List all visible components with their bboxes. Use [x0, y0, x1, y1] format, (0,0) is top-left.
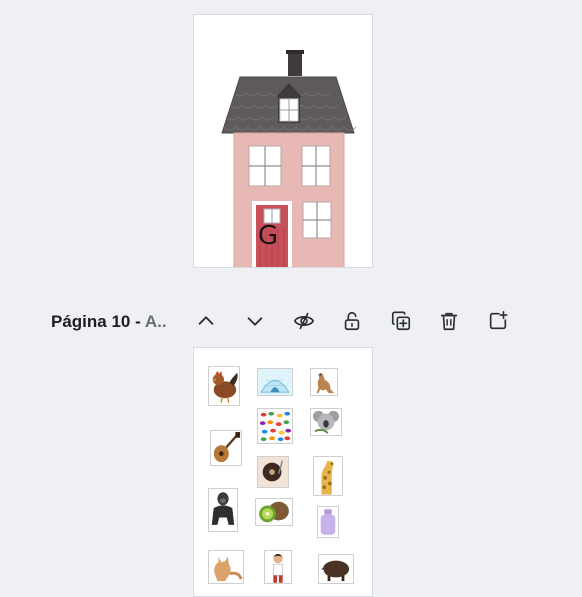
page-title[interactable]: Página 10 - A..: [51, 312, 167, 332]
kangaroo-sticker: [310, 368, 338, 396]
kiwi-sticker: [255, 498, 293, 526]
move-page-up-button[interactable]: [193, 308, 219, 334]
duplicate-page-button[interactable]: [388, 308, 414, 334]
door-letter: G: [258, 221, 279, 251]
chevron-down-icon: [247, 317, 263, 326]
unlock-icon: [344, 311, 360, 331]
person-sticker: [264, 550, 292, 584]
giraffe-sticker: [313, 456, 343, 496]
guitar-sticker: [210, 430, 242, 466]
trash-icon: [440, 312, 458, 331]
cat-sticker: [208, 550, 244, 584]
page-thumbnail-house[interactable]: G: [193, 14, 373, 268]
house-illustration: [221, 50, 357, 267]
page-title-truncated: A..: [144, 312, 167, 331]
add-page-icon: [489, 311, 508, 330]
chevron-up-icon: [198, 316, 214, 325]
lavender-bottle-sticker: [317, 506, 339, 538]
duplicate-icon: [391, 311, 411, 331]
gummy-candies-sticker: [257, 408, 293, 444]
page-thumbnail-stickers[interactable]: [193, 347, 373, 597]
hen-sticker: [208, 366, 240, 406]
page-toolbar: Página 10 - A..: [0, 300, 582, 344]
lock-page-button[interactable]: [339, 308, 365, 334]
wild-boar-sticker: [318, 554, 354, 584]
koala-sticker: [310, 408, 342, 436]
igloo-sticker: [257, 368, 293, 396]
hide-eye-icon: [293, 312, 315, 330]
move-page-down-button[interactable]: [242, 308, 268, 334]
record-player-sticker: [257, 456, 289, 488]
gorilla-sticker: [208, 488, 238, 532]
delete-page-button[interactable]: [436, 308, 462, 334]
page-title-text: Página 10 -: [51, 312, 145, 331]
add-page-button[interactable]: [485, 308, 511, 334]
hide-page-button[interactable]: [291, 308, 317, 334]
